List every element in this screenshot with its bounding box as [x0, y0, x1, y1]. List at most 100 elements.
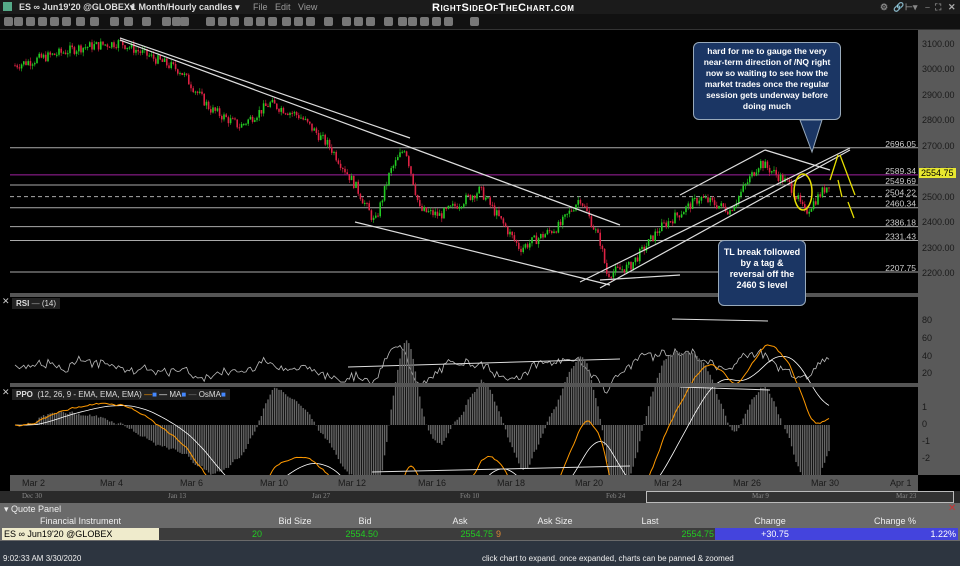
toolbar-tool-icon[interactable]	[444, 17, 453, 26]
column-header[interactable]: Ask Size	[520, 516, 590, 526]
timeline-scroller[interactable]: Dec 30 Jan 13 Jan 27 Feb 10 Feb 24 Mar 9 Mar 2…	[0, 491, 960, 503]
candle-body	[476, 193, 478, 199]
candle-body	[20, 64, 23, 69]
candle-body	[753, 172, 755, 176]
toolbar-tool-icon[interactable]	[110, 17, 119, 26]
candle-body	[42, 54, 45, 58]
toolbar-tool-icon[interactable]	[38, 17, 47, 26]
minimize-icon[interactable]: –	[925, 2, 930, 12]
toolbar-tool-icon[interactable]	[366, 17, 375, 26]
menu-edit[interactable]: Edit	[275, 2, 291, 12]
column-header[interactable]: Bid	[330, 516, 400, 526]
candle-body	[379, 202, 381, 217]
toolbar-tool-icon[interactable]	[218, 17, 227, 26]
toolbar-tool-icon[interactable]	[306, 17, 315, 26]
toolbar-tool-icon[interactable]	[62, 17, 71, 26]
toolbar-tool-icon[interactable]	[180, 17, 189, 26]
candle-body	[744, 184, 747, 186]
toolbar-tool-icon[interactable]	[268, 17, 277, 26]
toolbar-tool-icon[interactable]	[124, 17, 133, 26]
candle-body	[227, 117, 230, 124]
toolbar-tool-icon[interactable]	[420, 17, 429, 26]
column-header[interactable]: Financial Instrument	[2, 516, 159, 526]
toolbar-tool-icon[interactable]	[398, 17, 407, 26]
close-icon[interactable]: ✕	[948, 2, 956, 13]
candle-body	[269, 102, 271, 107]
toolbar-tool-icon[interactable]	[76, 17, 85, 26]
candle-body	[166, 58, 168, 66]
candle-body	[337, 160, 340, 164]
toolbar-tool-icon[interactable]	[384, 17, 393, 26]
candle-body	[430, 210, 432, 212]
column-header[interactable]: Change	[715, 516, 825, 526]
toolbar-tool-icon[interactable]	[162, 17, 171, 26]
toolbar-tool-icon[interactable]	[142, 17, 151, 26]
candle-body	[273, 99, 276, 104]
column-header[interactable]: Ask	[430, 516, 490, 526]
toolbar-tool-icon[interactable]	[26, 17, 35, 26]
close-ppo-icon[interactable]: ✕	[2, 387, 10, 398]
settings-icon[interactable]: ⚙	[880, 2, 888, 13]
toolbar-tool-icon[interactable]	[354, 17, 363, 26]
candle-body	[91, 42, 93, 50]
symbol-selector[interactable]: ES ∞ Jun19'20 @GLOBEX▾	[19, 2, 134, 13]
toolbar-tool-icon[interactable]	[256, 17, 265, 26]
pin-icon[interactable]: ⊢▾	[905, 2, 917, 13]
candle-body	[249, 116, 252, 120]
toolbar-tool-icon[interactable]	[206, 17, 215, 26]
candle-body	[614, 266, 617, 273]
candle-body	[115, 47, 117, 49]
candle-body	[265, 103, 267, 107]
candle-body	[381, 200, 384, 203]
column-header[interactable]: Last	[600, 516, 700, 526]
candle-body	[577, 200, 579, 205]
toolbar-tool-icon[interactable]	[470, 17, 479, 26]
candle-body	[546, 230, 549, 235]
toolbar-tool-icon[interactable]	[342, 17, 351, 26]
candle-body	[507, 226, 509, 235]
candle-body	[333, 151, 335, 153]
candle-body	[500, 216, 502, 219]
toolbar-tool-icon[interactable]	[50, 17, 59, 26]
candle-body	[544, 234, 546, 238]
date-tick: Mar 20	[575, 478, 604, 488]
timeframe-selector[interactable]: 1 Month/Hourly candles ▾	[131, 2, 240, 13]
menu-view[interactable]: View	[298, 2, 317, 12]
close-rsi-icon[interactable]: ✕	[2, 296, 10, 307]
candle-body	[357, 181, 359, 194]
quote-panel-title[interactable]: ▾ Quote Panel	[4, 504, 61, 515]
candle-body	[383, 185, 386, 201]
date-axis[interactable]: Mar 2 Mar 4 Mar 6 Mar 10 Mar 12 Mar 16 Mar 18 M…	[10, 475, 918, 491]
column-header[interactable]: Bid Size	[260, 516, 330, 526]
date-tick: Mar 30	[811, 478, 840, 488]
ppo-params: (12, 26, 9 - EMA, EMA, EMA)	[37, 390, 142, 399]
toolbar-tool-icon[interactable]	[90, 17, 99, 26]
candle-body	[403, 151, 406, 153]
toolbar-tool-icon[interactable]	[408, 17, 417, 26]
toolbar-tool-icon[interactable]	[230, 17, 239, 26]
toolbar-tool-icon[interactable]	[432, 17, 441, 26]
candle-body	[302, 117, 304, 120]
toolbar-tool-icon[interactable]	[4, 17, 13, 26]
instrument-cell[interactable]: ES ∞ Jun19'20 @GLOBEX	[2, 528, 159, 540]
toolbar-tool-icon[interactable]	[294, 17, 303, 26]
candle-body	[452, 203, 454, 206]
toolbar-tool-icon[interactable]	[244, 17, 253, 26]
candle-body	[537, 238, 540, 245]
column-header[interactable]: Change %	[835, 516, 955, 526]
toolbar-tool-icon[interactable]	[14, 17, 23, 26]
candle-body	[353, 175, 355, 188]
candle-body	[183, 73, 186, 75]
menu-file[interactable]: File	[253, 2, 268, 12]
price-axis[interactable]: 3100.003000.002900.002800.002700.002600.…	[918, 30, 960, 475]
link-icon[interactable]: 🔗	[893, 2, 904, 13]
toolbar-tool-icon[interactable]	[282, 17, 291, 26]
maximize-icon[interactable]: ⛶	[935, 2, 941, 13]
close-quote-panel-icon[interactable]: ✕	[948, 503, 956, 514]
toolbar-tool-icon[interactable]	[324, 17, 333, 26]
candle-body	[463, 204, 465, 207]
ppo-header: PPO (12, 26, 9 - EMA, EMA, EMA) —■ — MA■…	[12, 389, 230, 400]
candle-body	[18, 67, 21, 69]
candle-body	[152, 54, 155, 59]
pane-divider[interactable]	[10, 383, 918, 387]
